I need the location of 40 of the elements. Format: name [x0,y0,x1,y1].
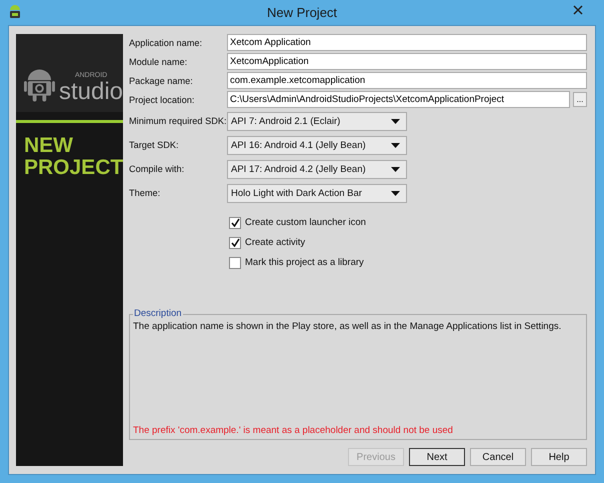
field-label: Compile with: [129,164,186,174]
android-robot-icon [24,68,55,102]
dialog-button[interactable]: Next [409,448,465,466]
logo-text: studio [58,80,123,104]
dropdown[interactable]: API 17: Android 4.2 (Jelly Bean) [227,160,407,178]
checkbox[interactable] [229,216,241,228]
error-message: The prefix 'com.example.' is meant as a placeholder and should not be used [133,425,454,436]
checkbox-label: Create activity [245,237,306,248]
dialog-button[interactable]: Help [531,448,587,466]
browse-button[interactable]: ... [573,92,587,107]
text-field[interactable]: XetcomApplication [227,53,587,70]
close-icon [573,5,583,15]
text-field[interactable]: com.example.xetcomapplication [227,72,587,89]
field-label: Module name: [129,56,188,66]
heading-text: NEW [24,135,74,157]
window-title: New Project [266,5,338,20]
caret-icon [391,142,400,148]
field-label: Theme: [129,188,162,198]
checkbox[interactable] [229,256,241,268]
caret-icon [391,118,400,124]
field-label: Package name: [129,76,194,86]
description-title: Description [133,308,183,319]
dropdown[interactable]: API 7: Android 2.1 (Eclair) [227,112,407,130]
field-label: Target SDK: [129,140,180,150]
caret-icon [391,190,400,196]
dropdown[interactable]: Holo Light with Dark Action Bar [227,184,407,202]
dialog-button[interactable]: Cancel [470,448,526,466]
field-label: Application name: [129,38,204,48]
field-label: Project location: [129,94,196,104]
dropdown[interactable]: API 16: Android 4.1 (Jelly Bean) [227,136,407,154]
description-text: The application name is shown in the Play store, as well as in the Manage Applications list in Settings. [133,321,562,332]
text-field[interactable]: Xetcom Application [227,34,587,51]
heading-text: PROJECT [24,157,123,179]
checkbox[interactable] [229,236,241,248]
android-robot-icon [8,4,22,20]
text-field[interactable]: C:\Users\Admin\AndroidStudioProjects\XetcomApplicationProject [227,91,570,108]
checkbox-label: Create custom launcher icon [245,217,366,228]
field-label: Minimum required SDK: [129,116,227,126]
checkbox-label: Mark this project as a library [245,257,364,268]
caret-icon [391,166,400,172]
